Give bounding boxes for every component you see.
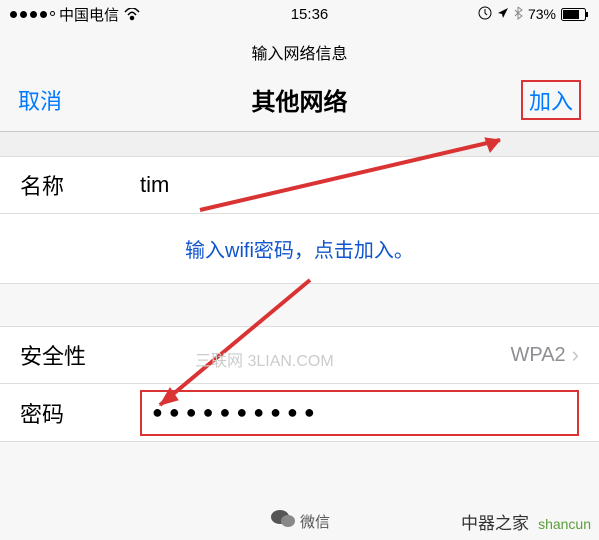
name-row[interactable]: 名称 tim: [0, 156, 599, 214]
rotation-lock-icon: [478, 6, 492, 23]
status-bar: 中国电信 15:36 73%: [0, 0, 599, 28]
password-label: 密码: [20, 397, 140, 429]
password-input[interactable]: ●●●●●●●●●●: [140, 390, 579, 436]
password-value: ●●●●●●●●●●: [152, 402, 321, 423]
nav-title: 其他网络: [18, 82, 581, 117]
nav-bar: 取消 其他网络 加入: [0, 74, 599, 131]
watermark-brand: 中器之家: [461, 509, 529, 534]
cancel-button[interactable]: 取消: [18, 84, 62, 116]
status-right: 73%: [478, 6, 589, 23]
chevron-right-icon: ›: [572, 342, 579, 368]
battery-icon: [561, 8, 589, 21]
status-time: 15:36: [141, 6, 478, 23]
wechat-icon: [270, 508, 296, 530]
watermark-shancun: shancun: [538, 516, 591, 532]
security-label: 安全性: [20, 339, 140, 371]
carrier-label: 中国电信: [59, 4, 119, 25]
security-value: WPA2: [510, 344, 565, 367]
name-label: 名称: [20, 169, 140, 201]
location-icon: [497, 6, 509, 22]
modal-subtitle: 输入网络信息: [0, 28, 599, 74]
name-input[interactable]: tim: [140, 172, 579, 198]
security-row[interactable]: 安全性 WPA2 ›: [0, 326, 599, 384]
bluetooth-icon: [514, 6, 523, 23]
security-value-wrap: WPA2 ›: [510, 342, 579, 368]
signal-icon: [10, 11, 55, 18]
battery-pct: 73%: [528, 6, 556, 22]
wechat-label: 微信: [300, 511, 330, 532]
section-gap: [0, 132, 599, 156]
password-row[interactable]: 密码 ●●●●●●●●●●: [0, 384, 599, 442]
wifi-icon: [123, 8, 141, 21]
annotation-text: 输入wifi密码，点击加入。: [0, 214, 599, 284]
status-left: 中国电信: [10, 4, 141, 25]
join-button[interactable]: 加入: [521, 80, 581, 120]
